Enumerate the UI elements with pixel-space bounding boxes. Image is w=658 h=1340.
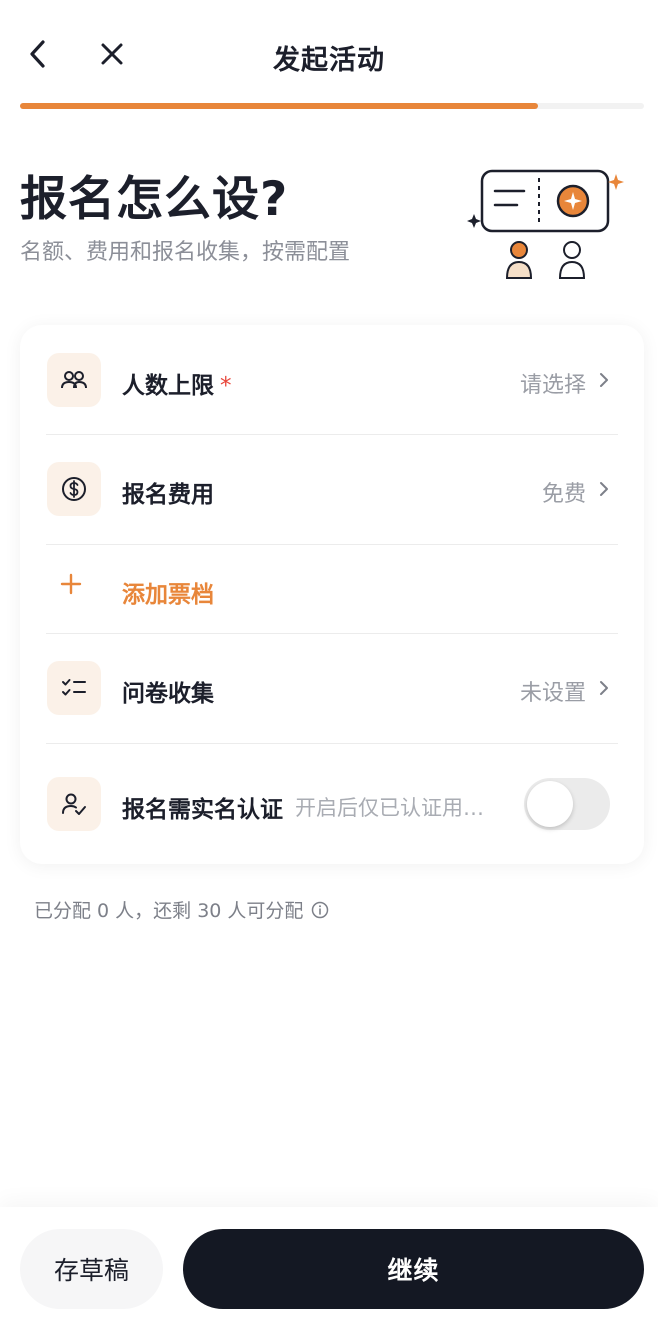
allocation-note: 已分配 0 人，还剩 30 人可分配 xyxy=(34,896,329,923)
user-check-icon xyxy=(47,777,101,831)
ticket-illustration xyxy=(467,169,624,279)
info-icon[interactable] xyxy=(311,901,329,919)
continue-button[interactable]: 继续 xyxy=(183,1229,644,1309)
page-title: 发起活动 xyxy=(273,45,385,76)
add-ticket-label: 添加票档 xyxy=(122,582,214,608)
divider xyxy=(46,544,618,545)
top-bar: 发起活动 xyxy=(0,0,658,110)
registration-settings-card: 人数上限 * 请选择 报名费用 免费 添加票档 问卷收集 未设置 报名需实名认证 … xyxy=(20,325,644,864)
realname-hint: 开启后仅已认证用… xyxy=(295,796,484,820)
save-draft-button[interactable]: 存草稿 xyxy=(20,1229,163,1309)
section-title: 报名怎么设? xyxy=(20,172,289,227)
progress-bar-fill xyxy=(20,103,538,109)
chevron-right-icon xyxy=(594,678,614,698)
bottom-action-bar: 存草稿 继续 xyxy=(0,1207,658,1340)
toggle-knob xyxy=(527,781,573,827)
users-icon xyxy=(47,353,101,407)
plus-icon xyxy=(60,568,82,603)
realname-label: 报名需实名认证 xyxy=(122,797,283,823)
capacity-row[interactable]: 人数上限 * 请选择 xyxy=(20,353,644,407)
questionnaire-label: 问卷收集 xyxy=(122,681,214,707)
capacity-value: 请选择 xyxy=(519,373,586,398)
dollar-circle-icon xyxy=(47,462,101,516)
checklist-icon xyxy=(47,661,101,715)
progress-bar xyxy=(20,103,644,109)
allocation-note-text: 已分配 0 人，还剩 30 人可分配 xyxy=(34,900,304,922)
divider xyxy=(46,434,618,435)
questionnaire-row[interactable]: 问卷收集 未设置 xyxy=(20,661,644,715)
required-mark: * xyxy=(220,373,232,399)
add-ticket-row[interactable]: 添加票档 xyxy=(20,566,644,612)
section-subtitle: 名额、费用和报名收集，按需配置 xyxy=(20,240,351,265)
realname-toggle[interactable] xyxy=(524,778,610,830)
fee-row[interactable]: 报名费用 免费 xyxy=(20,462,644,516)
questionnaire-value: 未设置 xyxy=(519,681,586,706)
chevron-right-icon xyxy=(594,479,614,499)
fee-value: 免费 xyxy=(541,482,586,507)
realname-row: 报名需实名认证 开启后仅已认证用… xyxy=(20,777,644,831)
fee-label: 报名费用 xyxy=(122,482,214,508)
chevron-right-icon xyxy=(594,370,614,390)
divider xyxy=(46,743,618,744)
capacity-label: 人数上限 * xyxy=(122,373,232,399)
divider xyxy=(46,633,618,634)
